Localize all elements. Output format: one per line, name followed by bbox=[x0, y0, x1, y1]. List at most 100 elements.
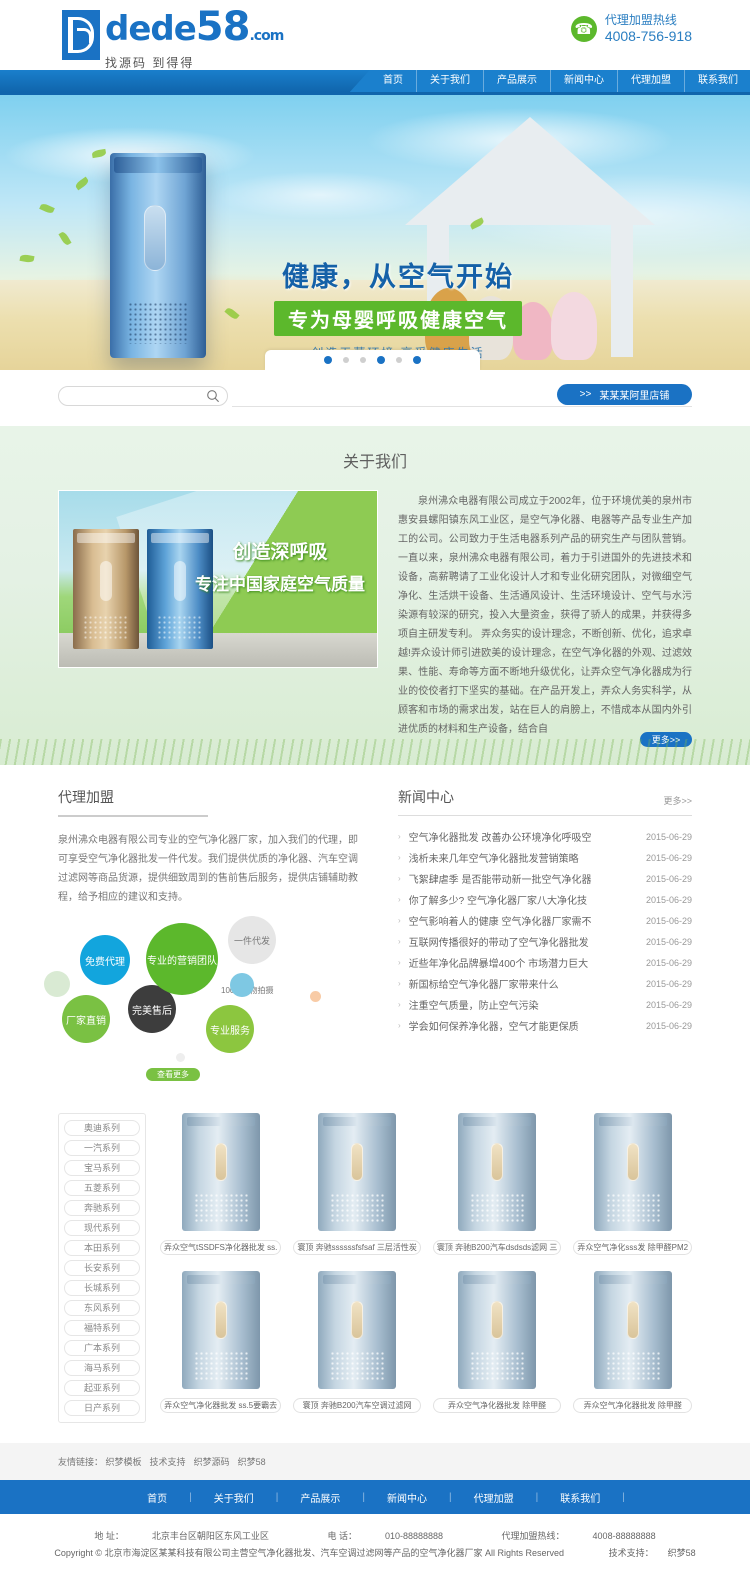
about-more-button[interactable]: 更多>> bbox=[640, 732, 692, 747]
banner-pagination[interactable] bbox=[265, 350, 480, 370]
product-image[interactable] bbox=[318, 1271, 397, 1389]
air-purifier-product-image bbox=[110, 153, 206, 358]
news-item[interactable]: › 你了解多少? 空气净化器厂家八大净化技 2015-06-29 bbox=[398, 889, 692, 910]
product-name[interactable]: 弄众空气tSSDFS净化器批发 ss. bbox=[160, 1240, 282, 1255]
footer-tech-link[interactable]: 织梦58 bbox=[668, 1548, 696, 1558]
banner-dot-4[interactable] bbox=[377, 356, 385, 364]
product-image[interactable] bbox=[181, 1113, 260, 1231]
banner-text-block: 健康，从空气开始 专为母婴呼吸健康空气 创造无菌环境 享受健康生活 bbox=[233, 255, 563, 361]
nav-item-1[interactable]: 首页 bbox=[370, 70, 417, 92]
banner-dot-6[interactable] bbox=[413, 356, 421, 364]
product-category-item[interactable]: 本田系列 bbox=[64, 1240, 140, 1256]
agent-bubble-2[interactable]: 专业的营销团队 bbox=[146, 923, 218, 995]
nav-item-4[interactable]: 新闻中心 bbox=[551, 70, 618, 92]
product-name[interactable]: 弄众空气净化器批发 ss.5要霸去 bbox=[160, 1398, 282, 1413]
nav-item-5[interactable]: 代理加盟 bbox=[618, 70, 685, 92]
ali-shop-button[interactable]: >> 某某某阿里店铺 bbox=[557, 384, 692, 405]
product-card[interactable]: 寰顶 奔驰ssssssfsfsaf 三层活性炭 bbox=[293, 1113, 421, 1255]
search-icon[interactable] bbox=[206, 389, 220, 403]
product-name[interactable]: 寰顶 奔驰B200汽车空调过滤网 bbox=[293, 1398, 421, 1413]
nav-left-bevel bbox=[350, 70, 370, 92]
news-item[interactable]: › 飞絮肆虐季 是否能带动新一批空气净化器 2015-06-29 bbox=[398, 868, 692, 889]
news-item[interactable]: › 空气影响着人的健康 空气净化器厂家需不 2015-06-29 bbox=[398, 910, 692, 931]
product-image[interactable] bbox=[181, 1271, 260, 1389]
hotline-label: 代理加盟热线 bbox=[604, 13, 677, 27]
banner-dot-1[interactable] bbox=[324, 356, 332, 364]
agent-title-rule bbox=[58, 815, 208, 817]
product-category-item[interactable]: 奔驰系列 bbox=[64, 1200, 140, 1216]
nav-item-6[interactable]: 联系我们 bbox=[685, 70, 750, 92]
friend-link[interactable]: 织梦模板 bbox=[106, 1457, 142, 1467]
product-category-item[interactable]: 日产系列 bbox=[64, 1400, 140, 1416]
banner-dot-5[interactable] bbox=[396, 357, 402, 363]
news-item-title: 注重空气质量，防止空气污染 bbox=[408, 1001, 539, 1012]
product-image[interactable] bbox=[458, 1271, 537, 1389]
news-item[interactable]: › 互联网传播很好的带动了空气净化器批发 2015-06-29 bbox=[398, 931, 692, 952]
product-card[interactable]: 寰顶 奔驰B200汽车dsdsds滤网 三 bbox=[432, 1113, 562, 1255]
product-category-item[interactable]: 海马系列 bbox=[64, 1360, 140, 1376]
product-category-item[interactable]: 一汽系列 bbox=[64, 1140, 140, 1156]
product-category-item[interactable]: 福特系列 bbox=[64, 1320, 140, 1336]
agent-bubble-1[interactable]: 免费代理 bbox=[80, 935, 130, 985]
news-item[interactable]: › 新国标给空气净化器厂家带来什么 2015-06-29 bbox=[398, 973, 692, 994]
product-category-item[interactable]: 宝马系列 bbox=[64, 1160, 140, 1176]
product-category-item[interactable]: 东风系列 bbox=[64, 1300, 140, 1316]
news-item[interactable]: › 学会如何保养净化器，空气才能更保质 2015-06-29 bbox=[398, 1015, 692, 1036]
product-image[interactable] bbox=[318, 1113, 397, 1231]
footer-nav-item-2[interactable]: 关于我们 bbox=[192, 1490, 276, 1505]
footer-nav-item-3[interactable]: 产品展示 bbox=[278, 1490, 362, 1505]
news-item[interactable]: › 浅析未来几年空气净化器批发营销策略 2015-06-29 bbox=[398, 847, 692, 868]
product-card[interactable]: 弄众空气净化器批发 ss.5要霸去 bbox=[160, 1271, 282, 1413]
search-input[interactable] bbox=[69, 388, 201, 407]
footer-nav-item-1[interactable]: 首页 bbox=[125, 1490, 189, 1505]
product-card[interactable]: 弄众空气tSSDFS净化器批发 ss. bbox=[160, 1113, 282, 1255]
news-item[interactable]: › 注重空气质量，防止空气污染 2015-06-29 bbox=[398, 994, 692, 1015]
product-card[interactable]: 弄众空气净化器批发 除甲醛 bbox=[432, 1271, 562, 1413]
footer-nav-item-4[interactable]: 新闻中心 bbox=[365, 1490, 449, 1505]
footer-nav-item-6[interactable]: 联系我们 bbox=[538, 1490, 622, 1505]
product-image[interactable] bbox=[593, 1271, 672, 1389]
product-card[interactable]: 弄众空气净化器批发 除甲醛 bbox=[573, 1271, 693, 1413]
footer-hotline-label: 代理加盟热线： bbox=[501, 1531, 565, 1541]
product-name[interactable]: 弄众空气净化器批发 除甲醛 bbox=[432, 1398, 562, 1413]
product-name[interactable]: 弄众空气净化sss发 除甲醛PM2 bbox=[573, 1240, 693, 1255]
product-category-item[interactable]: 五菱系列 bbox=[64, 1180, 140, 1196]
friend-link[interactable]: 织梦源码 bbox=[194, 1457, 230, 1467]
product-category-item[interactable]: 奥迪系列 bbox=[64, 1120, 140, 1136]
nav-item-3[interactable]: 产品展示 bbox=[484, 70, 551, 92]
agent-view-more-button[interactable]: 查看更多 bbox=[146, 1068, 200, 1081]
product-card[interactable]: 寰顶 奔驰B200汽车空调过滤网 bbox=[293, 1271, 421, 1413]
product-name[interactable]: 寰顶 奔驰B200汽车dsdsds滤网 三 bbox=[432, 1240, 562, 1255]
product-category-item[interactable]: 广本系列 bbox=[64, 1340, 140, 1356]
product-card[interactable]: 弄众空气净化sss发 除甲醛PM2 bbox=[573, 1113, 693, 1255]
product-category-item[interactable]: 起亚系列 bbox=[64, 1380, 140, 1396]
agent-bubble-3[interactable]: 一件代发 bbox=[228, 916, 276, 964]
news-item[interactable]: › 空气净化器批发 改善办公环境净化呼吸空 2015-06-29 bbox=[398, 826, 692, 847]
news-item-title: 浅析未来几年空气净化器批发营销策略 bbox=[408, 854, 579, 865]
site-logo[interactable]: dede58.com 找源码 到得得 bbox=[62, 7, 284, 71]
search-box[interactable] bbox=[58, 386, 228, 407]
product-category-list: 奥迪系列一汽系列宝马系列五菱系列奔驰系列现代系列本田系列长安系列长城系列东风系列… bbox=[58, 1113, 146, 1423]
product-category-item[interactable]: 长城系列 bbox=[64, 1280, 140, 1296]
news-item[interactable]: › 近些年净化品牌暴增400个 市场潜力巨大 2015-06-29 bbox=[398, 952, 692, 973]
product-name[interactable]: 弄众空气净化器批发 除甲醛 bbox=[573, 1398, 693, 1413]
agent-bubble-decor-1 bbox=[44, 971, 70, 997]
friend-link[interactable]: 技术支持 bbox=[150, 1457, 186, 1467]
news-more-link[interactable]: 更多>> bbox=[663, 794, 692, 815]
product-category-item[interactable]: 现代系列 bbox=[64, 1220, 140, 1236]
product-image[interactable] bbox=[458, 1113, 537, 1231]
news-item-title: 新国标给空气净化器厂家带来什么 bbox=[408, 980, 559, 991]
footer-nav-item-5[interactable]: 代理加盟 bbox=[452, 1490, 536, 1505]
agent-bubble-4[interactable]: 厂家直销 bbox=[62, 995, 110, 1043]
friend-link[interactable]: 织梦58 bbox=[238, 1457, 266, 1467]
product-name[interactable]: 寰顶 奔驰ssssssfsfsaf 三层活性炭 bbox=[293, 1240, 421, 1255]
product-category-item[interactable]: 长安系列 bbox=[64, 1260, 140, 1276]
agent-description: 泉州沸众电器有限公司专业的空气净化器厂家，加入我们的代理，即可享受空气净化器批发… bbox=[58, 835, 358, 903]
banner-dot-3[interactable] bbox=[360, 357, 366, 363]
nav-item-2[interactable]: 关于我们 bbox=[417, 70, 484, 92]
banner-dot-2[interactable] bbox=[343, 357, 349, 363]
news-item-title: 你了解多少? 空气净化器厂家八大净化技 bbox=[408, 896, 588, 907]
product-image[interactable] bbox=[593, 1113, 672, 1231]
agent-bubble-6[interactable]: 专业服务 bbox=[206, 1005, 254, 1053]
footer-copyright-line: Copyright © 北京市海淀区某某科技有限公司主营空气净化器批发、汽车空调… bbox=[0, 1545, 750, 1562]
